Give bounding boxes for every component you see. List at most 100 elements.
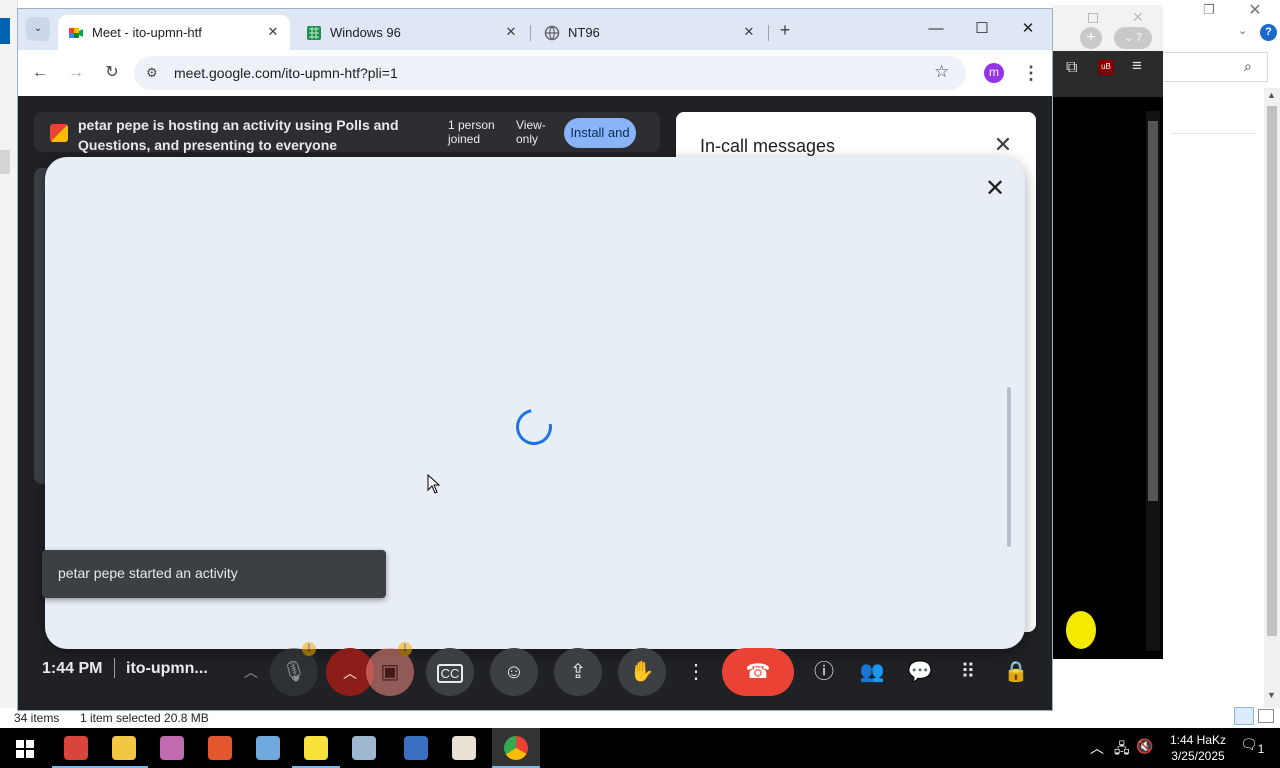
close-dialog-icon[interactable]: ✕ <box>981 175 1009 203</box>
bg-page-content <box>1052 97 1163 659</box>
explorer-search-input[interactable] <box>1162 52 1268 82</box>
tab-count-badge[interactable]: ⌄ 7 <box>1114 27 1152 49</box>
install-button[interactable]: Install and <box>564 118 636 148</box>
app-icon <box>256 736 280 760</box>
warning-badge: ! <box>302 642 316 656</box>
call-controls-bar: 1:44 PM ito-upmn... ︿ 🎙 ! ︿ ▣ ! CC ☺ ⇪ ✋… <box>18 632 1052 710</box>
close-icon[interactable]: ✕ <box>1244 0 1266 20</box>
scroll-thumb[interactable] <box>1148 121 1158 501</box>
activity-icon <box>50 124 68 142</box>
close-tab-icon[interactable]: ✕ <box>502 23 520 41</box>
url-text[interactable]: meet.google.com/ito-upmn-htf?pli=1 <box>174 65 398 81</box>
app-icon <box>404 736 428 760</box>
close-icon[interactable]: ✕ <box>1132 9 1144 26</box>
bookmark-star-icon[interactable]: ☆ <box>934 62 949 82</box>
large-icons-view-icon[interactable] <box>1258 709 1274 723</box>
minimize-icon[interactable]: — <box>916 15 956 43</box>
menu-icon[interactable]: ≡ <box>1132 56 1142 76</box>
address-bar[interactable]: ⚙ meet.google.com/ito-upmn-htf?pli=1 ☆ <box>134 56 966 90</box>
more-options-icon[interactable]: ⋮ <box>676 648 716 696</box>
host-controls-icon[interactable]: 🔒 <box>996 648 1036 696</box>
taskbar-app-globe[interactable] <box>244 728 292 768</box>
windows96-icon <box>307 26 321 40</box>
scroll-down-icon[interactable]: ▼ <box>1267 690 1276 700</box>
tab-meet[interactable]: Meet - ito-upmn-htf ✕ <box>58 15 290 50</box>
extensions-icon[interactable]: ⧉ <box>1066 59 1077 77</box>
divider <box>1172 133 1256 134</box>
explorer-status-bar: 34 items 1 item selected 20.8 MB <box>0 708 1280 728</box>
network-icon[interactable]: 🖧 <box>1114 738 1130 762</box>
back-arrow-icon[interactable]: ← <box>28 61 52 85</box>
explorer-scrollbar[interactable]: ▲ ▼ <box>1264 88 1280 708</box>
tab-search-button[interactable]: ⌄ <box>26 17 50 41</box>
close-panel-icon[interactable]: ✕ <box>990 132 1016 158</box>
taskbar-app-media[interactable] <box>392 728 440 768</box>
reload-icon[interactable]: ↻ <box>100 61 124 85</box>
maximize-icon[interactable] <box>1088 13 1098 23</box>
profile-avatar[interactable]: m <box>984 63 1004 83</box>
scroll-thumb[interactable] <box>1267 106 1277 636</box>
meeting-details-icon[interactable]: ⓘ <box>804 648 844 696</box>
leave-call-button[interactable]: ☎ <box>722 648 794 696</box>
status-selection: 1 item selected 20.8 MB <box>80 711 209 725</box>
close-tab-icon[interactable]: ✕ <box>264 23 282 41</box>
people-icon[interactable]: 👥 <box>852 648 892 696</box>
start-button[interactable] <box>8 736 40 760</box>
taskbar-clock[interactable]: 1:44 HaKz 3/25/2025 <box>1166 732 1230 764</box>
raise-hand-button[interactable]: ✋ <box>618 648 666 696</box>
site-info-icon[interactable]: ⚙ <box>146 65 162 81</box>
tab-nt96[interactable]: NT96 ✕ <box>534 15 766 50</box>
taskbar-app-sponge[interactable] <box>292 728 340 768</box>
yellow-coin-image <box>1066 611 1096 649</box>
meet-page: petar pepe is hosting an activity using … <box>18 96 1052 710</box>
help-icon[interactable]: ? <box>1260 24 1277 41</box>
microphone-button[interactable]: 🎙 ! <box>270 642 318 696</box>
close-window-icon[interactable]: ✕ <box>1008 15 1048 43</box>
volume-icon[interactable]: 🔇 <box>1136 738 1153 755</box>
tab-windows96[interactable]: Windows 96 ✕ <box>296 15 528 50</box>
activity-toast: petar pepe started an activity <box>42 550 386 598</box>
tab-strip: ⌄ Meet - ito-upmn-htf ✕ Windows 96 ✕ NT9… <box>18 9 1052 50</box>
dialog-scrollbar[interactable] <box>1007 387 1011 547</box>
reactions-button[interactable]: ☺ <box>490 648 538 696</box>
camera-off-button[interactable]: ▣ ! <box>366 642 414 696</box>
bg-scrollbar[interactable] <box>1146 111 1160 651</box>
details-view-icon[interactable] <box>1234 707 1254 725</box>
maximize-icon[interactable]: ☐ <box>962 15 1002 43</box>
taskbar-app-pinwheel[interactable] <box>148 728 196 768</box>
taskbar-app-red[interactable] <box>52 728 100 768</box>
taskbar-app-java[interactable] <box>440 728 488 768</box>
folder-icon <box>112 736 136 760</box>
tab-separator <box>768 25 769 41</box>
chevron-up-icon: ︿ <box>244 664 258 680</box>
close-tab-icon[interactable]: ✕ <box>740 23 758 41</box>
captions-button[interactable]: CC <box>426 648 474 696</box>
present-screen-button[interactable]: ⇪ <box>554 648 602 696</box>
taskbar-file-explorer[interactable] <box>100 728 148 768</box>
new-tab-button[interactable]: + <box>774 19 796 41</box>
activity-banner: petar pepe is hosting an activity using … <box>34 112 660 153</box>
restore-icon[interactable]: ❐ <box>1198 2 1220 20</box>
chevron-down-icon[interactable]: ⌄ <box>1238 24 1252 38</box>
browser-menu-icon[interactable]: ⋮ <box>1022 61 1040 85</box>
tray-date: 3/25/2025 <box>1171 749 1225 763</box>
activity-text: petar pepe is hosting an activity using … <box>78 117 399 153</box>
ublock-icon[interactable]: uB <box>1098 59 1114 75</box>
new-tab-button[interactable]: + <box>1080 27 1102 49</box>
taskbar-app-players[interactable] <box>196 728 244 768</box>
taskbar-app-window[interactable] <box>340 728 388 768</box>
app-icon <box>452 736 476 760</box>
notification-count: 1 <box>1257 742 1265 756</box>
chat-icon[interactable]: 💬 <box>900 648 940 696</box>
activities-icon[interactable]: ⠿ <box>948 648 988 696</box>
view-only-label: View-only <box>516 118 546 146</box>
chevron-up-icon[interactable]: ︿ <box>1090 738 1104 758</box>
background-browser-window: ✕ + ⌄ 7 ⧉ uB ≡ <box>1052 5 1163 659</box>
forward-arrow-icon[interactable]: → <box>64 61 88 85</box>
status-item-count: 34 items <box>14 711 60 725</box>
divider <box>114 658 115 678</box>
scroll-up-icon[interactable]: ▲ <box>1267 90 1276 100</box>
browser-toolbar: ← → ↻ ⚙ meet.google.com/ito-upmn-htf?pli… <box>18 50 1052 96</box>
notifications-icon[interactable]: 🗨1 <box>1240 736 1268 760</box>
taskbar-chrome[interactable] <box>492 728 540 768</box>
